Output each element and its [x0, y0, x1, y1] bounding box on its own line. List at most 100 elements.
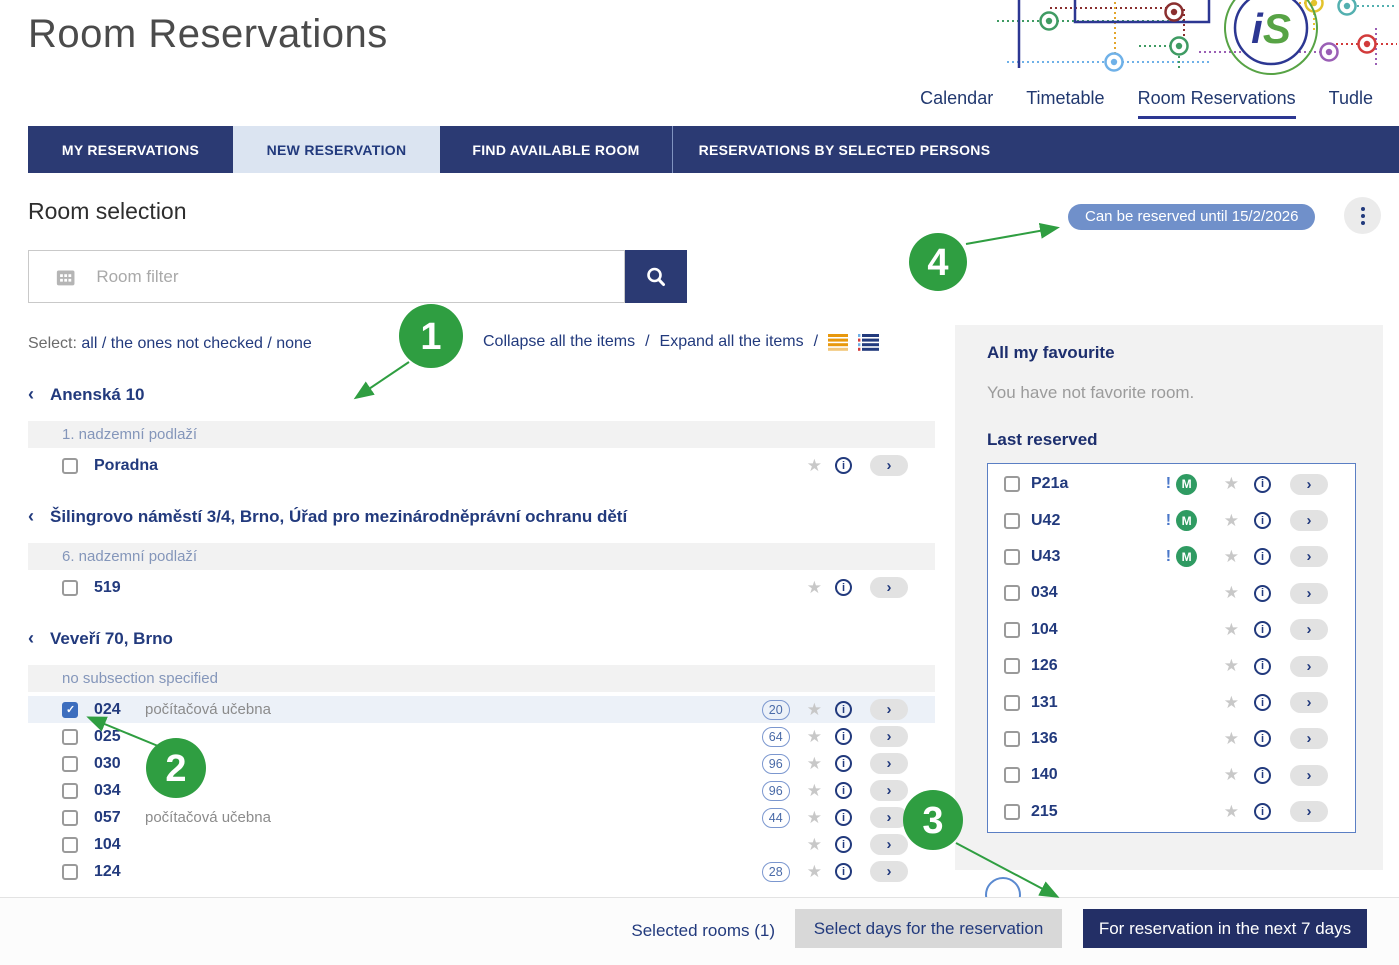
room-checkbox[interactable] — [62, 837, 78, 853]
top-nav-link[interactable]: Room Reservations — [1138, 88, 1296, 119]
favourite-star-icon[interactable]: ★ — [807, 835, 822, 855]
info-icon[interactable]: i — [835, 809, 852, 826]
favourite-star-icon[interactable]: ★ — [1224, 620, 1239, 640]
open-room-button[interactable]: › — [870, 834, 908, 855]
room-checkbox[interactable] — [62, 702, 78, 718]
open-room-button[interactable]: › — [1290, 546, 1328, 567]
open-room-button[interactable]: › — [1290, 801, 1328, 822]
room-checkbox[interactable] — [62, 756, 78, 772]
favourite-star-icon[interactable]: ★ — [1224, 547, 1239, 567]
info-icon[interactable]: i — [835, 782, 852, 799]
room-filter-input[interactable] — [96, 267, 624, 287]
building-header[interactable]: ‹ Anenská 10 — [28, 383, 935, 406]
select-unchecked-link[interactable]: the ones not checked — [111, 335, 263, 352]
favourite-star-icon[interactable]: ★ — [1224, 474, 1239, 494]
room-checkbox[interactable] — [1004, 658, 1020, 674]
favourite-star-icon[interactable]: ★ — [807, 578, 822, 598]
open-room-button[interactable]: › — [1290, 474, 1328, 495]
select-all-link[interactable]: all — [81, 335, 97, 352]
room-checkbox[interactable] — [1004, 585, 1020, 601]
room-checkbox[interactable] — [62, 729, 78, 745]
top-nav-link[interactable]: Calendar — [920, 88, 993, 119]
select-days-button[interactable]: Select days for the reservation — [795, 909, 1062, 948]
favourite-star-icon[interactable]: ★ — [1224, 802, 1239, 822]
expand-all-link[interactable]: Expand all the items — [660, 333, 804, 351]
info-icon[interactable]: i — [835, 701, 852, 718]
favourite-star-icon[interactable]: ★ — [1224, 511, 1239, 531]
top-nav-link[interactable]: Tudle — [1329, 88, 1373, 119]
next-7-days-button[interactable]: For reservation in the next 7 days — [1083, 909, 1367, 948]
room-checkbox[interactable] — [62, 810, 78, 826]
open-room-button[interactable]: › — [870, 726, 908, 747]
info-icon[interactable]: i — [1254, 548, 1271, 565]
detailed-view-icon[interactable] — [858, 334, 879, 351]
info-icon[interactable]: i — [1254, 694, 1271, 711]
tab[interactable]: RESERVATIONS BY SELECTED PERSONS — [672, 126, 1016, 173]
room-checkbox[interactable] — [1004, 549, 1020, 565]
top-nav-link[interactable]: Timetable — [1026, 88, 1104, 119]
info-icon[interactable]: i — [835, 755, 852, 772]
room-checkbox[interactable] — [1004, 767, 1020, 783]
open-room-button[interactable]: › — [1290, 765, 1328, 786]
room-checkbox[interactable] — [62, 580, 78, 596]
open-room-button[interactable]: › — [1290, 692, 1328, 713]
info-icon[interactable]: i — [835, 728, 852, 745]
room-checkbox[interactable] — [62, 458, 78, 474]
favourite-star-icon[interactable]: ★ — [1224, 583, 1239, 603]
select-none-link[interactable]: none — [276, 335, 312, 352]
open-room-button[interactable]: › — [870, 807, 908, 828]
room-checkbox[interactable] — [62, 783, 78, 799]
favourite-star-icon[interactable]: ★ — [807, 862, 822, 882]
open-room-button[interactable]: › — [1290, 656, 1328, 677]
open-room-button[interactable]: › — [1290, 728, 1328, 749]
open-room-button[interactable]: › — [1290, 583, 1328, 604]
open-room-button[interactable]: › — [870, 753, 908, 774]
info-icon[interactable]: i — [835, 863, 852, 880]
info-icon[interactable]: i — [835, 836, 852, 853]
open-room-button[interactable]: › — [870, 861, 908, 882]
info-icon[interactable]: i — [835, 579, 852, 596]
tab[interactable]: FIND AVAILABLE ROOM — [440, 126, 672, 173]
room-checkbox[interactable] — [62, 864, 78, 880]
favourite-star-icon[interactable]: ★ — [1224, 765, 1239, 785]
open-room-button[interactable]: › — [870, 577, 908, 598]
room-checkbox[interactable] — [1004, 476, 1020, 492]
open-room-button[interactable]: › — [1290, 619, 1328, 640]
room-checkbox[interactable] — [1004, 804, 1020, 820]
open-room-button[interactable]: › — [1290, 510, 1328, 531]
search-button[interactable] — [625, 250, 687, 303]
room-checkbox[interactable] — [1004, 513, 1020, 529]
room-checkbox[interactable] — [1004, 622, 1020, 638]
room-checkbox[interactable] — [1004, 731, 1020, 747]
favourite-star-icon[interactable]: ★ — [807, 754, 822, 774]
open-room-button[interactable]: › — [870, 455, 908, 476]
info-icon[interactable]: i — [1254, 585, 1271, 602]
info-icon[interactable]: i — [1254, 512, 1271, 529]
open-room-button[interactable]: › — [870, 699, 908, 720]
compact-view-icon[interactable] — [828, 334, 848, 351]
more-options-button[interactable] — [1344, 197, 1381, 234]
building-header[interactable]: ‹ Veveří 70, Brno — [28, 627, 935, 650]
open-room-button[interactable]: › — [870, 780, 908, 801]
favourite-star-icon[interactable]: ★ — [1224, 729, 1239, 749]
tab[interactable]: NEW RESERVATION — [233, 126, 440, 173]
favourite-star-icon[interactable]: ★ — [807, 700, 822, 720]
favourite-star-icon[interactable]: ★ — [807, 456, 822, 476]
favourite-star-icon[interactable]: ★ — [807, 727, 822, 747]
info-icon[interactable]: i — [835, 457, 852, 474]
favourite-star-icon[interactable]: ★ — [807, 781, 822, 801]
favourite-star-icon[interactable]: ★ — [1224, 656, 1239, 676]
info-icon[interactable]: i — [1254, 730, 1271, 747]
room-checkbox[interactable] — [1004, 695, 1020, 711]
info-icon[interactable]: i — [1254, 803, 1271, 820]
info-icon[interactable]: i — [1254, 476, 1271, 493]
collapse-chevron-icon: ‹ — [28, 383, 34, 405]
info-icon[interactable]: i — [1254, 621, 1271, 638]
favourite-star-icon[interactable]: ★ — [1224, 693, 1239, 713]
favourite-star-icon[interactable]: ★ — [807, 808, 822, 828]
tab[interactable]: MY RESERVATIONS — [28, 126, 233, 173]
building-header[interactable]: ‹ Šilingrovo náměstí 3/4, Brno, Úřad pro… — [28, 505, 935, 528]
collapse-all-link[interactable]: Collapse all the items — [483, 333, 635, 351]
info-icon[interactable]: i — [1254, 658, 1271, 675]
info-icon[interactable]: i — [1254, 767, 1271, 784]
